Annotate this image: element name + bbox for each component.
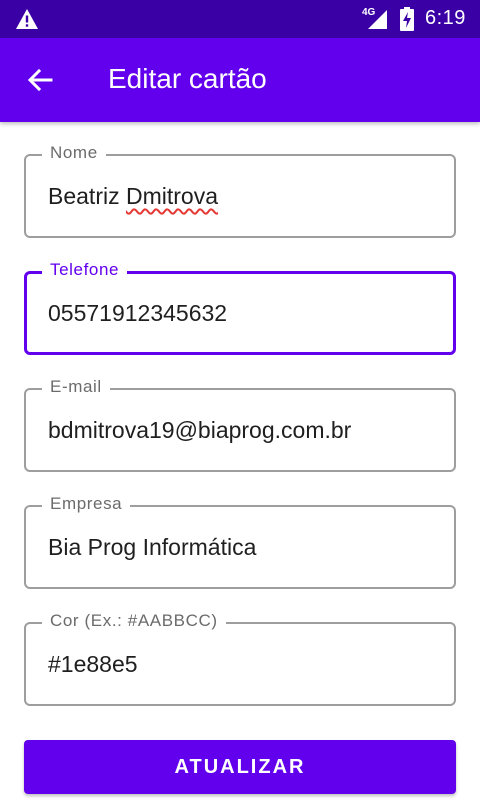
- status-bar: 4G 6:19: [0, 0, 480, 38]
- signal-icon: [368, 10, 387, 29]
- empresa-field[interactable]: Empresa Bia Prog Informática: [24, 494, 456, 589]
- empresa-label: Empresa: [42, 494, 131, 514]
- battery-charging-icon: [400, 7, 414, 31]
- app-bar: Editar cartão: [0, 38, 480, 122]
- empresa-value[interactable]: Bia Prog Informática: [48, 534, 256, 561]
- nome-value[interactable]: Beatriz Dmitrova: [48, 183, 218, 210]
- arrow-back-icon: [27, 68, 53, 92]
- telefone-value[interactable]: 05571912345632: [48, 300, 227, 327]
- telefone-field[interactable]: Telefone 05571912345632: [24, 260, 456, 355]
- back-button[interactable]: [18, 58, 62, 102]
- page-title: Editar cartão: [108, 63, 267, 94]
- cor-field[interactable]: Cor (Ex.: #AABBCC) #1e88e5: [24, 611, 456, 706]
- nome-label: Nome: [42, 143, 106, 163]
- status-time: 6:19: [425, 7, 466, 29]
- update-button[interactable]: ATUALIZAR: [24, 740, 456, 794]
- warning-icon: [16, 9, 38, 29]
- nome-value-misspelled: Dmitrova: [125, 183, 218, 209]
- email-value[interactable]: bdmitrova19@biaprog.com.br: [48, 417, 351, 444]
- cor-label: Cor (Ex.: #AABBCC): [42, 611, 226, 631]
- email-field[interactable]: E-mail bdmitrova19@biaprog.com.br: [24, 377, 456, 472]
- email-label: E-mail: [42, 377, 110, 397]
- telefone-label: Telefone: [42, 260, 128, 280]
- nome-value-first: Beatriz: [48, 183, 120, 209]
- nome-field[interactable]: Nome Beatriz Dmitrova: [24, 143, 456, 238]
- cor-value[interactable]: #1e88e5: [48, 651, 138, 678]
